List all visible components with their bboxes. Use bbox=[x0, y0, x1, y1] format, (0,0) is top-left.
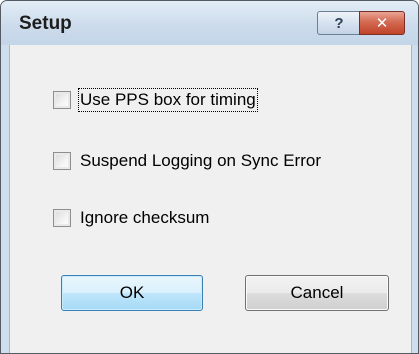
checkbox-label[interactable]: Suspend Logging on Sync Error bbox=[80, 151, 321, 171]
checkbox-box[interactable] bbox=[53, 209, 71, 227]
help-icon: ? bbox=[334, 14, 344, 32]
checkbox-use-pps-box[interactable]: Use PPS box for timing bbox=[53, 88, 258, 112]
close-icon: ✕ bbox=[375, 15, 389, 32]
help-button[interactable]: ? bbox=[317, 11, 361, 35]
checkbox-suspend-logging[interactable]: Suspend Logging on Sync Error bbox=[53, 151, 321, 171]
dialog-body: Use PPS box for timing Suspend Logging o… bbox=[9, 45, 412, 353]
checkbox-label[interactable]: Use PPS box for timing bbox=[78, 88, 258, 112]
checkbox-label[interactable]: Ignore checksum bbox=[80, 208, 209, 228]
title-bar[interactable]: Setup ? ✕ bbox=[1, 1, 418, 45]
checkbox-ignore-checksum[interactable]: Ignore checksum bbox=[53, 208, 209, 228]
cancel-button[interactable]: Cancel bbox=[245, 275, 389, 311]
checkbox-box[interactable] bbox=[53, 152, 71, 170]
dialog-title: Setup bbox=[19, 13, 72, 34]
setup-dialog: Setup ? ✕ Use PPS box for timing Suspend… bbox=[0, 0, 419, 354]
ok-button[interactable]: OK bbox=[61, 275, 203, 311]
close-button[interactable]: ✕ bbox=[359, 11, 405, 35]
checkbox-box[interactable] bbox=[53, 91, 71, 109]
